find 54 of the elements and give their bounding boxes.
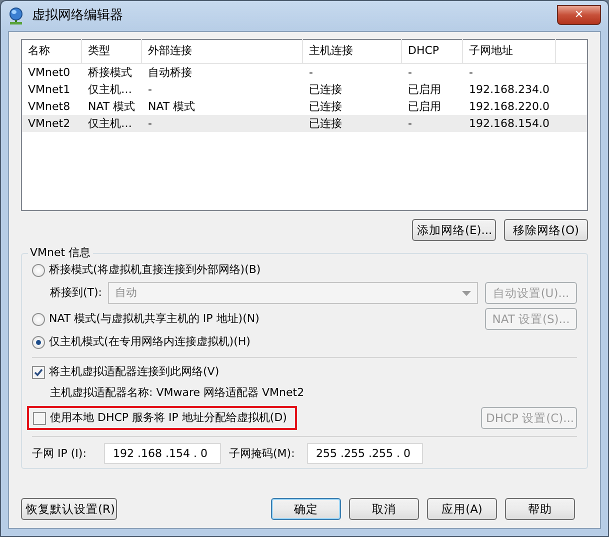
table-row[interactable]: VMnet1 仅主机… - 已连接 已启用 192.168.234.0 xyxy=(22,80,587,98)
table-cell-text: - xyxy=(147,82,153,98)
subnet-ip-label: 子网 IP (I): xyxy=(32,446,88,462)
table-cell-text: - xyxy=(468,64,474,81)
radio-label: 仅主机模式(在专用网络内连接虚拟机)(H) xyxy=(49,334,250,350)
table-cell-text: - xyxy=(147,116,153,132)
table-cell-text: VMnet0 xyxy=(27,64,72,81)
dialog-button[interactable]: 应用(A) xyxy=(427,498,497,520)
table-cell-text: - xyxy=(407,116,413,132)
table-cell-text: 已连接 xyxy=(308,116,343,132)
table-cell-text: 已连接 xyxy=(308,82,343,98)
dialog-button[interactable]: 帮助 xyxy=(505,498,575,520)
table-cell-text: 桥接模式 xyxy=(87,64,133,81)
dialog-button[interactable]: 确定 xyxy=(271,498,341,520)
radio-label: NAT 模式(与虚拟机共享主机的 IP 地址)(N) xyxy=(49,311,260,328)
table-cell-text: NAT 模式 xyxy=(87,98,136,115)
close-button[interactable]: ✕ xyxy=(557,4,601,25)
column-header[interactable]: 外部连接 xyxy=(142,39,303,64)
table-cell-text: 192.168.234.0 xyxy=(468,82,550,98)
table-cell-text: 已启用 xyxy=(407,98,442,115)
column-header[interactable]: 名称 xyxy=(22,39,82,64)
table-row[interactable]: VMnet2 仅主机… - 已连接 - 192.168.154.0 xyxy=(22,114,587,132)
table-cell-text: NAT 模式 xyxy=(147,98,196,115)
list-button[interactable]: 添加网络(E)... xyxy=(412,218,496,241)
table-row[interactable]: VMnet0 桥接模式 自动桥接 - - - xyxy=(22,64,587,81)
table-cell-text: 192.168.220.0 xyxy=(468,98,550,115)
table-row[interactable]: VMnet8 NAT 模式 NAT 模式 已连接 已启用 192.168.220.0 xyxy=(22,98,587,115)
table-cell-text: 已启用 xyxy=(407,82,442,98)
list-button[interactable]: 移除网络(O) xyxy=(504,218,588,241)
table-cell-text: VMnet8 xyxy=(27,98,72,115)
table-cell-text: - xyxy=(407,64,413,81)
subnet-mask-label: 子网掩码(M): xyxy=(229,446,296,462)
dialog-button[interactable]: 取消 xyxy=(349,498,419,520)
table-cell-text: 已连接 xyxy=(308,98,343,115)
checkbox-label: 将主机虚拟适配器连接到此网络(V) xyxy=(49,364,220,380)
table-cell-text: 192.168.154.0 xyxy=(468,116,550,132)
table-cell-text: 仅主机… xyxy=(87,116,133,132)
table-cell-text: 仅主机… xyxy=(87,82,133,98)
column-header[interactable]: 类型 xyxy=(82,39,142,64)
table-cell-text: - xyxy=(308,64,314,81)
table-cell-text: VMnet1 xyxy=(27,82,72,98)
column-header[interactable]: DHCP xyxy=(402,39,463,64)
table-cell-text: 自动桥接 xyxy=(147,64,193,81)
table-cell-text: VMnet2 xyxy=(27,116,72,132)
bridge-to-label: 桥接到(T): xyxy=(50,285,104,302)
radio-label: 桥接模式(将虚拟机直接连接到外部网络)(B) xyxy=(49,262,261,278)
adapter-name-text: 主机虚拟适配器名称: VMware 网络适配器 VMnet2 xyxy=(50,386,304,400)
column-header[interactable]: 主机连接 xyxy=(303,39,402,64)
window-title: 虚拟网络编辑器 xyxy=(32,7,123,26)
subnet-mask-field[interactable]: 255 .255 .255 . 0 xyxy=(307,443,423,464)
dialog-button[interactable]: 恢复默认设置(R) xyxy=(21,498,117,520)
column-header[interactable]: 子网地址 xyxy=(463,39,556,64)
checkbox-label: 使用本地 DHCP 服务将 IP 地址分配给虚拟机(D) xyxy=(50,410,287,426)
subnet-ip-field[interactable]: 192 .168 .154 . 0 xyxy=(104,443,221,464)
